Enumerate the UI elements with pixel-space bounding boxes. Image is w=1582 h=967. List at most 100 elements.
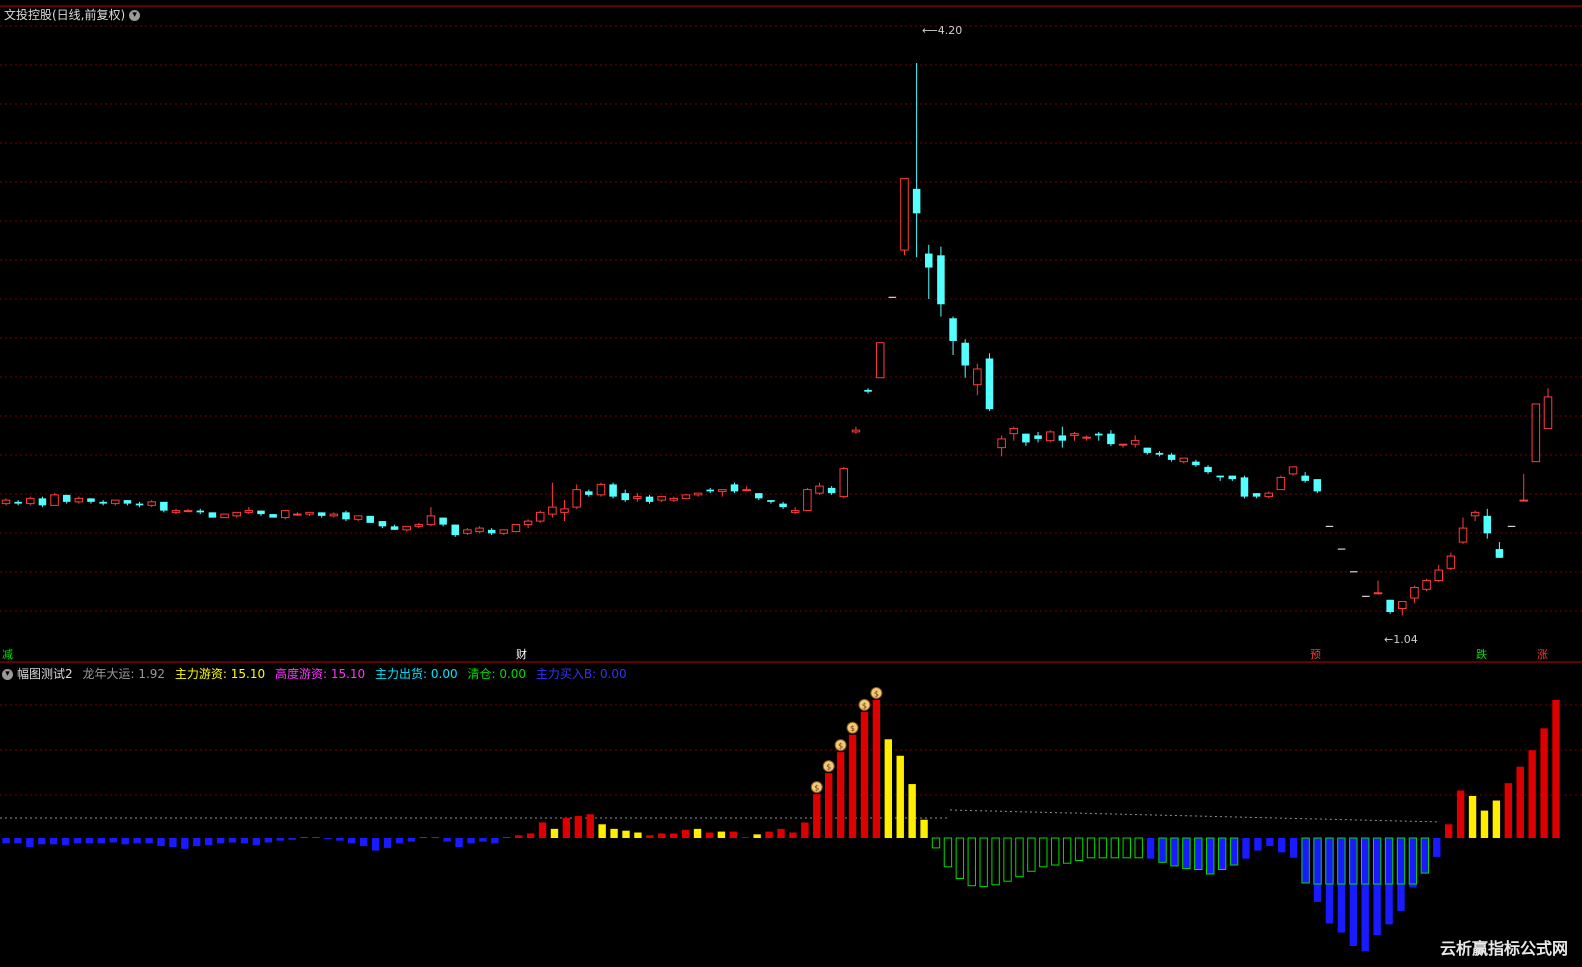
indicator-bar bbox=[884, 739, 893, 838]
indicator-bar bbox=[1278, 838, 1286, 853]
candle-body-up bbox=[572, 489, 581, 508]
indicator-bar bbox=[1433, 838, 1441, 857]
indicator-bar bbox=[1194, 838, 1203, 870]
indicator-bar bbox=[979, 837, 988, 888]
indicator-bar bbox=[133, 838, 141, 844]
candle-body-down bbox=[585, 491, 593, 495]
indicator-bar bbox=[1289, 838, 1298, 858]
indicator-bar bbox=[240, 838, 249, 844]
legend-value: 15.10 bbox=[330, 667, 366, 681]
indicator-bar bbox=[1039, 837, 1048, 868]
candle-body-up bbox=[851, 429, 861, 433]
candle-body-down bbox=[949, 318, 957, 341]
candle-body-down bbox=[779, 503, 787, 508]
indicator-bar bbox=[252, 838, 261, 846]
candle-body-up bbox=[1543, 396, 1553, 429]
money-bag-symbol: $ bbox=[814, 784, 819, 793]
candle-body-up bbox=[1373, 592, 1383, 595]
marker-cai: 财 bbox=[516, 648, 527, 661]
candle-body-down bbox=[755, 493, 763, 499]
candle-body-down bbox=[730, 484, 739, 492]
legend-label: 高度游资 bbox=[274, 667, 323, 681]
candle-body-up bbox=[1009, 427, 1019, 435]
candle-body-down bbox=[1058, 435, 1067, 441]
legend-label: 主力出货 bbox=[375, 667, 424, 681]
candle-body-down bbox=[390, 526, 399, 530]
candle-body-down bbox=[767, 500, 775, 502]
candle-body-up bbox=[183, 510, 193, 513]
candle-body-up bbox=[657, 496, 666, 501]
candle-body-up bbox=[414, 524, 424, 527]
candle-body-up bbox=[681, 494, 691, 499]
chevron-down-icon[interactable]: ▾ bbox=[2, 669, 13, 680]
candle-body-up bbox=[1398, 601, 1407, 610]
indicator-bar bbox=[157, 838, 165, 847]
indicator-bar bbox=[1027, 837, 1036, 872]
candle-body-down bbox=[160, 501, 168, 511]
indicator-bar bbox=[824, 773, 833, 838]
indicator-bar bbox=[1361, 838, 1369, 952]
legend-item-5: 主力买入B: 0.00 bbox=[535, 667, 627, 681]
candle-body-up bbox=[293, 513, 302, 516]
indicator-bar bbox=[1540, 728, 1548, 838]
candle-body-up bbox=[1, 499, 11, 505]
candle-body-up bbox=[742, 489, 751, 492]
indicator-bar bbox=[264, 838, 273, 843]
indicator-bar bbox=[943, 837, 953, 868]
indicator-bar bbox=[14, 838, 22, 844]
indicator-bar bbox=[455, 838, 463, 847]
chart-title[interactable]: 文投控股(日线,前复权) ▾ bbox=[4, 6, 141, 23]
candle-body-up bbox=[1519, 499, 1528, 502]
candle-body-down bbox=[645, 496, 654, 502]
candle-body-up bbox=[693, 492, 703, 496]
indicator-bar bbox=[693, 828, 702, 838]
indicator-bar bbox=[955, 837, 965, 879]
indicator-bar bbox=[1373, 838, 1381, 936]
candle-body-down bbox=[99, 501, 107, 504]
candle-body-up bbox=[232, 511, 241, 517]
candle-body-down bbox=[317, 512, 326, 516]
candle-body-up bbox=[875, 342, 885, 379]
high-value: 4.20 bbox=[937, 24, 963, 37]
indicator-bar bbox=[1421, 838, 1429, 874]
indicator-bar bbox=[931, 837, 941, 849]
indicator-bar bbox=[85, 838, 94, 844]
candle-body-down bbox=[62, 494, 71, 502]
indicator-bar bbox=[1242, 838, 1250, 859]
indicator-legend: ▾ 幅图测试2 龙年大运: 1.92 主力游资: 15.10 高度游资: 15.1… bbox=[2, 665, 627, 682]
candle-body-down bbox=[439, 517, 447, 525]
candle-body-up bbox=[560, 508, 569, 513]
candle-body-up bbox=[1470, 511, 1480, 517]
candle-body-up bbox=[329, 513, 339, 517]
indicator-bar bbox=[193, 838, 201, 847]
indicator-bar bbox=[204, 838, 213, 846]
indicator-bar bbox=[503, 837, 511, 838]
indicator-bar bbox=[1015, 837, 1024, 878]
legend-label: 主力买入B bbox=[535, 667, 593, 681]
indicator-bar bbox=[789, 832, 797, 838]
candle-body-down bbox=[1216, 475, 1224, 478]
candle-body-down bbox=[196, 510, 205, 513]
candle-body-up bbox=[1458, 527, 1468, 543]
marker-yu: 预 bbox=[1310, 648, 1321, 661]
indicator-bar bbox=[1146, 838, 1155, 859]
indicator-bar bbox=[896, 755, 904, 838]
candle-body-up bbox=[669, 497, 679, 501]
legend-value: 0.00 bbox=[499, 667, 527, 681]
watermark: 云析赢指标公式网 bbox=[1439, 939, 1568, 958]
chevron-down-icon[interactable]: ▾ bbox=[129, 10, 141, 21]
indicator-bar bbox=[419, 837, 428, 838]
indicator-bar bbox=[1158, 838, 1167, 863]
indicator-bar bbox=[443, 838, 451, 842]
candle-body-down bbox=[961, 342, 969, 366]
candle-body-up bbox=[499, 529, 509, 534]
candle-body-down bbox=[925, 253, 933, 268]
candle-body-up bbox=[1082, 436, 1091, 439]
marker-die: 跌 bbox=[1476, 648, 1487, 661]
candle-body-up bbox=[718, 489, 727, 492]
indicator-bar bbox=[1552, 700, 1560, 838]
legend-value: 1.92 bbox=[138, 667, 166, 681]
candle-body-up bbox=[973, 368, 982, 386]
indicator-bar bbox=[479, 838, 487, 842]
indicator-bar bbox=[1337, 838, 1346, 933]
